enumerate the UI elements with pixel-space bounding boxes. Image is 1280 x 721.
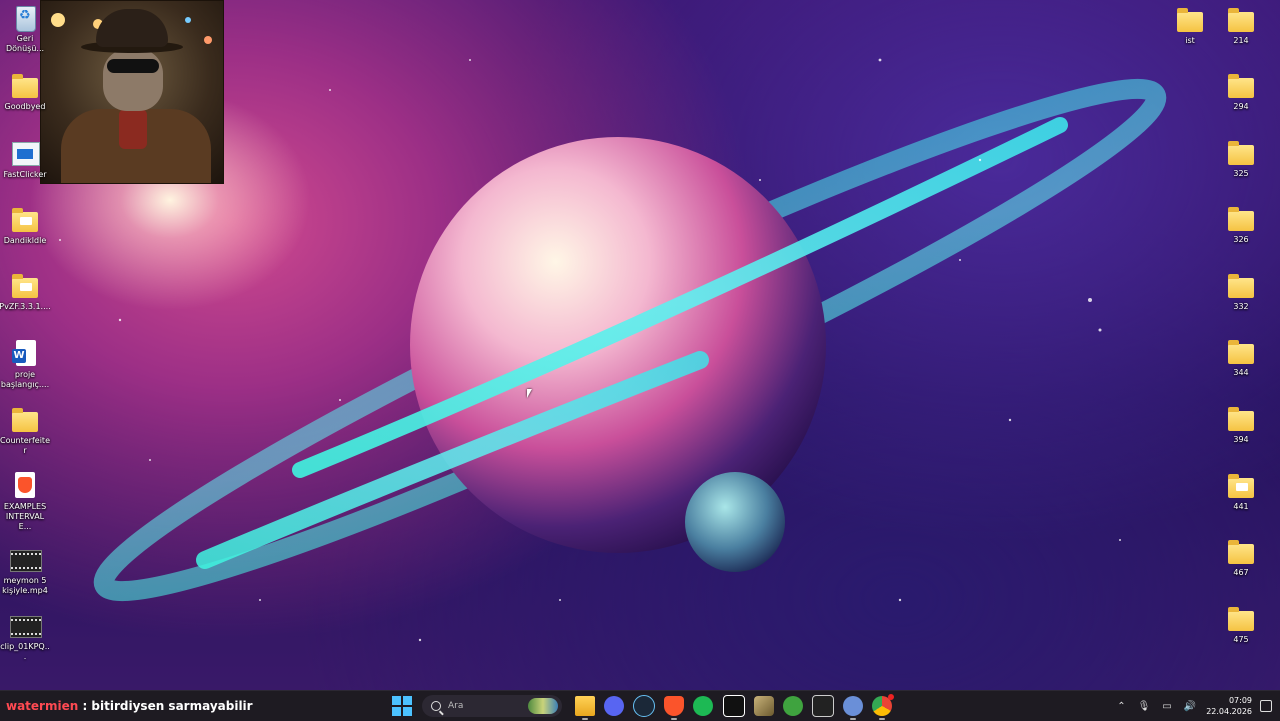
notification-icon[interactable] (1260, 700, 1272, 712)
folder-icon (1228, 74, 1254, 98)
desktop-icon-label: Dandikldle (3, 236, 47, 245)
xbox-icon[interactable] (782, 696, 803, 716)
desktop-icon-label: 214 (1233, 36, 1249, 45)
volume-icon[interactable]: 🔊 (1184, 701, 1196, 712)
search-placeholder: Ara (448, 701, 464, 711)
desktop-icon-label: clip_01KPQ... (0, 642, 50, 661)
desktop-icon-counterfeiter[interactable]: Counterfeiter (0, 406, 51, 456)
folder-icon (1228, 407, 1254, 431)
app-window-icon (12, 142, 40, 166)
spotify-icon[interactable] (693, 696, 714, 716)
desktop-icon-label: 326 (1233, 235, 1249, 244)
taskbar-center: Ara (392, 694, 897, 720)
desktop-icon-label: 332 (1233, 302, 1249, 311)
chevron-up-icon[interactable]: ⌃ (1117, 701, 1125, 712)
desktop-icon-recycle-bin[interactable]: Geri Dönüşü... (0, 4, 51, 54)
epic-games-icon[interactable] (812, 695, 835, 717)
mouse-cursor-icon (527, 389, 532, 398)
desktop-folder[interactable]: 344 (1215, 338, 1267, 378)
desktop-icon-label: Geri Dönüşü... (5, 34, 45, 53)
word-document-icon (12, 340, 36, 366)
clock-time: 07:09 (1228, 696, 1252, 705)
folder-icon (12, 74, 38, 98)
desktop-folder[interactable]: 441 (1215, 472, 1267, 512)
desktop-icon-label: 325 (1233, 169, 1249, 178)
folder-icon (1177, 8, 1203, 32)
desktop-folder[interactable]: ist (1164, 6, 1216, 46)
desktop-folder[interactable]: 475 (1215, 605, 1267, 645)
desktop-icon-goodbyed[interactable]: Goodbyed (0, 72, 51, 112)
search-icon (431, 701, 441, 711)
desktop-icon-label: 394 (1233, 435, 1249, 444)
folder-icon (1228, 474, 1254, 498)
desktop-icon-label: Goodbyed (4, 102, 46, 111)
video-file-icon (10, 550, 42, 572)
desktop-icon-label: 294 (1233, 102, 1249, 111)
desktop-folder[interactable]: 325 (1215, 139, 1267, 179)
package-icon[interactable] (753, 696, 774, 716)
taskbar: watermien : bitirdiysen sarmayabilir Ara… (0, 690, 1280, 721)
brave-icon[interactable] (664, 696, 685, 720)
background-lights (51, 13, 65, 27)
scarf (119, 109, 147, 149)
desktop-icon-label: FastClicker (3, 170, 47, 179)
folder-icon (1228, 607, 1254, 631)
microphone-icon[interactable]: 🎙 (1138, 701, 1151, 712)
folder-icon (1228, 8, 1254, 32)
desktop-icon-fastclicker[interactable]: FastClicker (0, 140, 51, 180)
chat-username: watermien (6, 699, 79, 713)
folder-icon (1228, 141, 1254, 165)
folder-icon (12, 274, 38, 298)
desktop-icon-label: EXAMPLES INTERVAL E... (3, 502, 47, 531)
network-icon[interactable]: ▭ (1162, 701, 1171, 712)
search-box[interactable]: Ara (422, 695, 562, 717)
capcut-icon[interactable] (722, 695, 745, 717)
desktop-icon-label: PvZF.3.3.1.... (0, 302, 51, 311)
folder-icon (1228, 340, 1254, 364)
chat-overlay: watermien : bitirdiysen sarmayabilir (6, 699, 253, 713)
desktop-icon-label: proje başlangıç.... (0, 370, 50, 389)
chat-message: : bitirdiysen sarmayabilir (78, 699, 253, 713)
video-file-icon (10, 616, 42, 638)
folder-icon (12, 208, 38, 232)
desktop-icon-label: 441 (1233, 502, 1249, 511)
start-button[interactable] (392, 696, 412, 716)
folder-icon (12, 408, 38, 432)
desktop-icon-label: 475 (1233, 635, 1249, 644)
system-tray: ⌃ 🎙 ▭ 🔊 07:09 22.04.2026 (1111, 694, 1272, 718)
desktop-folder[interactable]: 294 (1215, 72, 1267, 112)
desktop-icon-dandikldle[interactable]: Dandikldle (0, 206, 51, 246)
clock-date: 22.04.2026 (1206, 707, 1252, 716)
desktop-folder[interactable]: 326 (1215, 205, 1267, 245)
discord-icon[interactable] (603, 696, 624, 716)
desktop-folder[interactable]: 214 (1215, 6, 1267, 46)
file-explorer-icon[interactable] (574, 696, 595, 720)
sunglasses (107, 59, 159, 73)
pdf-brave-icon (15, 472, 35, 498)
desktop-icon-label: Counterfeiter (0, 436, 50, 455)
steam-icon[interactable] (632, 695, 655, 717)
desktop-icon-label: ist (1185, 36, 1195, 45)
folder-icon (1228, 274, 1254, 298)
desktop-icon-pvzf[interactable]: PvZF.3.3.1.... (0, 272, 51, 312)
folder-icon (1228, 207, 1254, 231)
desktop-folder[interactable]: 332 (1215, 272, 1267, 312)
hat (96, 9, 168, 47)
folder-icon (1228, 540, 1254, 564)
photo-widget-monkey[interactable] (40, 0, 224, 184)
chrome-icon[interactable] (872, 694, 895, 720)
clock[interactable]: 07:09 22.04.2026 (1206, 695, 1252, 717)
desktop-icon-examples-interval[interactable]: EXAMPLES INTERVAL E... (0, 472, 51, 532)
recycle-bin-icon (16, 6, 36, 32)
search-highlight-image (528, 698, 558, 714)
desktop-icon-label: 467 (1233, 568, 1249, 577)
settings-icon[interactable] (843, 696, 864, 720)
desktop-icon-proje[interactable]: proje başlangıç.... (0, 340, 51, 390)
desktop-folder[interactable]: 394 (1215, 405, 1267, 445)
desktop-icon-label: meymon 5 kişiyle.mp4 (2, 576, 48, 595)
desktop-icon-clip[interactable]: clip_01KPQ... (0, 612, 51, 662)
desktop-icon-meymon-video[interactable]: meymon 5 kişiyle.mp4 (0, 546, 51, 596)
desktop-icon-label: 344 (1233, 368, 1249, 377)
desktop-folder[interactable]: 467 (1215, 538, 1267, 578)
